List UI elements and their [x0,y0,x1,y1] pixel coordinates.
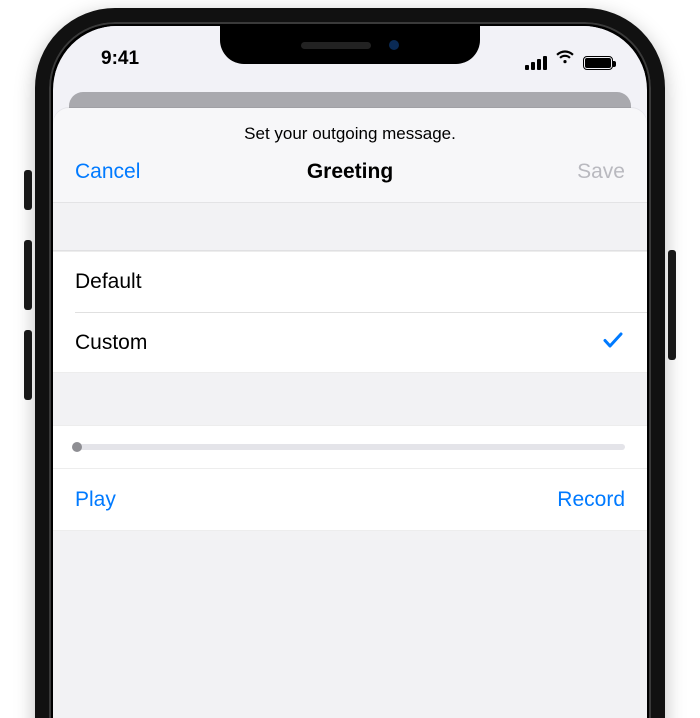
section-spacer [53,531,647,718]
section-spacer [53,203,647,251]
greeting-options-list: Default Custom [53,251,647,373]
volume-up-button [24,240,32,310]
section-spacer [53,373,647,425]
progress-thumb[interactable] [72,442,82,452]
battery-icon [583,56,613,70]
power-button [668,250,676,360]
checkmark-icon [601,328,625,358]
volume-down-button [24,330,32,400]
option-custom-label: Custom [75,331,147,355]
cellular-icon [525,56,547,70]
device-notch [220,26,480,64]
speaker-grille [301,42,371,49]
sheet-title: Greeting [53,160,647,184]
progress-track [75,444,625,450]
wifi-icon [555,48,575,70]
volume-switch [24,170,32,210]
sheet-subtitle: Set your outgoing message. [53,108,647,154]
option-default-label: Default [75,270,142,294]
option-custom[interactable]: Custom [75,312,647,372]
save-button[interactable]: Save [577,160,625,184]
cancel-button[interactable]: Cancel [75,160,140,184]
record-button[interactable]: Record [557,488,625,512]
greeting-sheet: Set your outgoing message. Cancel Greeti… [53,108,647,718]
playback-progress[interactable] [53,425,647,469]
front-camera [389,40,399,50]
status-time: 9:41 [83,48,139,74]
play-button[interactable]: Play [75,488,116,512]
option-default[interactable]: Default [53,252,647,312]
